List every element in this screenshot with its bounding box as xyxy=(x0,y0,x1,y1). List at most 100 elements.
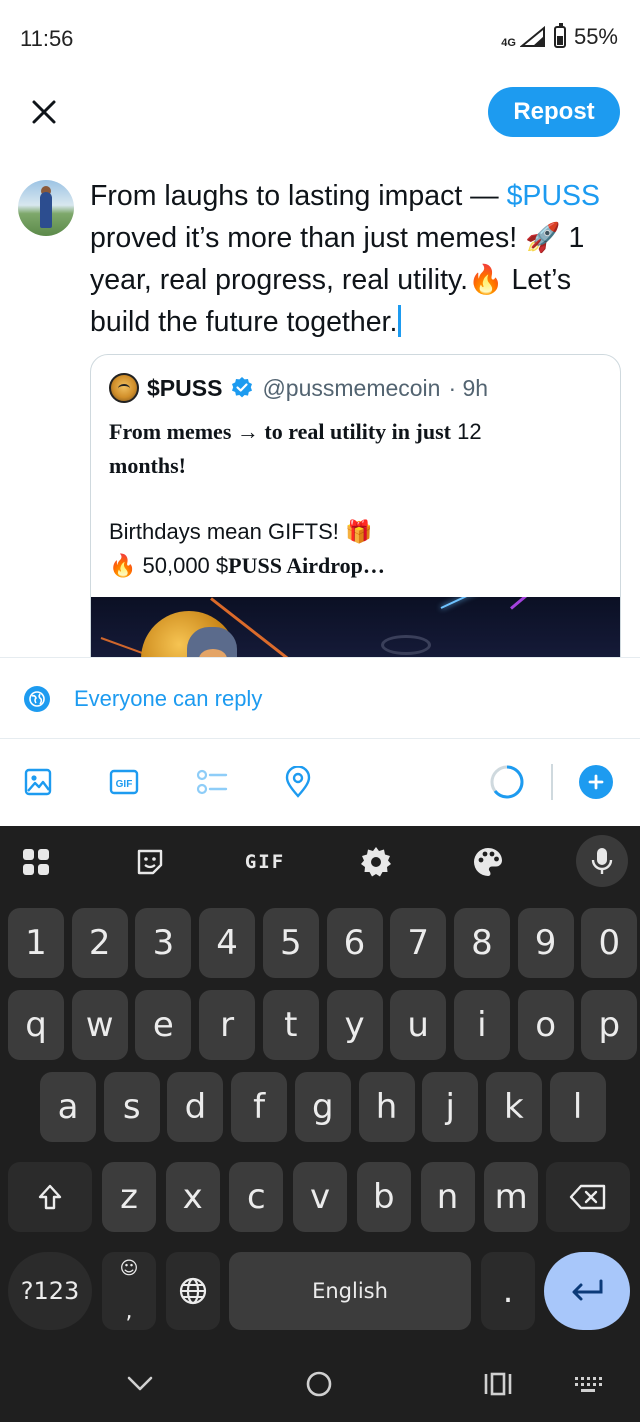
close-button[interactable] xyxy=(22,90,66,134)
key-j[interactable]: j xyxy=(422,1072,479,1142)
key-n[interactable]: n xyxy=(420,1162,475,1232)
period-key[interactable]: . xyxy=(481,1252,535,1330)
quoted-line4: PUSS Airdrop… xyxy=(228,553,385,578)
key-v[interactable]: v xyxy=(293,1162,348,1232)
key-r[interactable]: r xyxy=(199,990,256,1060)
key-d[interactable]: d xyxy=(167,1072,224,1142)
enter-icon xyxy=(572,1279,603,1301)
compose-text: From laughs to lasting impact — xyxy=(90,180,507,212)
key-4[interactable]: 4 xyxy=(199,908,256,978)
plus-icon xyxy=(588,774,604,790)
symbols-key[interactable]: ?123 xyxy=(8,1252,92,1330)
quoted-post-text: From memes → to real utility in just 12 … xyxy=(109,415,609,583)
key-p[interactable]: p xyxy=(581,990,638,1060)
globe-language-icon xyxy=(179,1277,207,1305)
key-w[interactable]: w xyxy=(71,990,128,1060)
quoted-line2: months! xyxy=(109,453,187,478)
status-icons: 4G 55% xyxy=(501,23,618,50)
microphone-icon xyxy=(591,848,613,874)
apps-grid-icon[interactable] xyxy=(14,840,58,884)
key-o[interactable]: o xyxy=(517,990,574,1060)
key-1[interactable]: 1 xyxy=(8,908,64,978)
quoted-post-time: · 9h xyxy=(448,374,489,401)
space-key[interactable]: English xyxy=(229,1252,471,1330)
shift-key[interactable] xyxy=(8,1162,92,1232)
status-bar: 11:56 4G 55% xyxy=(0,0,640,76)
key-y[interactable]: y xyxy=(326,990,383,1060)
key-q[interactable]: q xyxy=(8,990,64,1060)
key-x[interactable]: x xyxy=(165,1162,220,1232)
key-t[interactable]: t xyxy=(262,990,319,1060)
key-m[interactable]: m xyxy=(484,1162,539,1232)
reply-settings-label[interactable]: Everyone can reply xyxy=(74,686,262,712)
voice-input-button[interactable] xyxy=(576,835,628,887)
language-key[interactable] xyxy=(166,1252,220,1330)
hide-keyboard-chevron-down-icon[interactable] xyxy=(118,1362,162,1406)
key-2[interactable]: 2 xyxy=(71,908,128,978)
status-time: 11:56 xyxy=(20,26,74,51)
network-type: 4G xyxy=(501,37,516,49)
location-icon[interactable] xyxy=(278,762,318,802)
keyboard-gif-label: GIF xyxy=(244,851,286,873)
image-icon[interactable] xyxy=(18,762,58,802)
key-e[interactable]: e xyxy=(135,990,192,1060)
signal-icon xyxy=(519,26,545,47)
backspace-icon xyxy=(569,1184,606,1210)
key-k[interactable]: k xyxy=(485,1072,542,1142)
key-7[interactable]: 7 xyxy=(390,908,447,978)
key-h[interactable]: h xyxy=(358,1072,415,1142)
key-9[interactable]: 9 xyxy=(517,908,574,978)
home-icon[interactable] xyxy=(297,1362,341,1406)
repost-button[interactable]: Repost xyxy=(488,87,620,137)
key-0[interactable]: 0 xyxy=(581,908,638,978)
key-z[interactable]: z xyxy=(102,1162,156,1232)
compose-toolbar: GIF xyxy=(0,740,640,826)
recents-icon[interactable] xyxy=(476,1362,520,1406)
key-3[interactable]: 3 xyxy=(135,908,192,978)
key-s[interactable]: s xyxy=(103,1072,160,1142)
battery-percent: 55% xyxy=(573,24,618,49)
toolbar-divider xyxy=(551,764,553,800)
key-u[interactable]: u xyxy=(390,990,447,1060)
key-i[interactable]: i xyxy=(453,990,510,1060)
settings-gear-icon[interactable] xyxy=(354,840,398,884)
poll-icon[interactable] xyxy=(192,762,232,802)
enter-key[interactable] xyxy=(544,1252,630,1330)
text-caret xyxy=(398,305,402,337)
compose-text-continued: proved it’s more than just memes! 🚀 1 ye… xyxy=(90,222,585,338)
close-icon xyxy=(32,100,56,124)
add-post-button[interactable] xyxy=(579,765,613,799)
gif-icon[interactable]: GIF xyxy=(104,762,144,802)
soft-keyboard: GIF 1 2 3 4 5 6 7 8 9 0 q w e r t y u i … xyxy=(0,826,640,1422)
compose-mention[interactable]: $PUSS xyxy=(507,180,600,212)
user-avatar[interactable] xyxy=(18,180,74,236)
quoted-line3: Birthdays mean GIFTS! 🎁 xyxy=(109,519,373,544)
compose-text-area[interactable]: From laughs to lasting impact — $PUSS pr… xyxy=(90,175,625,343)
verified-badge-icon xyxy=(232,377,253,398)
battery-icon xyxy=(553,23,566,48)
palette-icon[interactable] xyxy=(466,840,510,884)
key-l[interactable]: l xyxy=(549,1072,606,1142)
shift-icon xyxy=(38,1184,62,1210)
key-8[interactable]: 8 xyxy=(453,908,510,978)
key-5[interactable]: 5 xyxy=(262,908,319,978)
key-6[interactable]: 6 xyxy=(326,908,383,978)
key-a[interactable]: a xyxy=(40,1072,96,1142)
emoji-comma-key[interactable]: ☺ , xyxy=(102,1252,156,1330)
key-c[interactable]: c xyxy=(229,1162,284,1232)
quoted-post-card[interactable]: $PUSS @pussmemecoin · 9h From memes → to… xyxy=(90,354,621,694)
quoted-author-avatar xyxy=(109,373,139,403)
emoji-icon: ☺ xyxy=(119,1258,139,1279)
navigation-bar xyxy=(0,1346,640,1422)
key-g[interactable]: g xyxy=(294,1072,351,1142)
backspace-key[interactable] xyxy=(546,1162,630,1232)
key-f[interactable]: f xyxy=(231,1072,288,1142)
key-b[interactable]: b xyxy=(356,1162,411,1232)
globe-icon xyxy=(24,686,50,712)
keyboard-switch-icon[interactable] xyxy=(566,1362,610,1406)
keyboard-gif-button[interactable]: GIF xyxy=(240,840,290,884)
sticker-icon[interactable] xyxy=(128,840,172,884)
reply-settings-bar[interactable]: Everyone can reply xyxy=(0,657,640,739)
quoted-line1: From memes → to real utility in just xyxy=(109,419,451,444)
comma-label: , xyxy=(125,1299,133,1324)
